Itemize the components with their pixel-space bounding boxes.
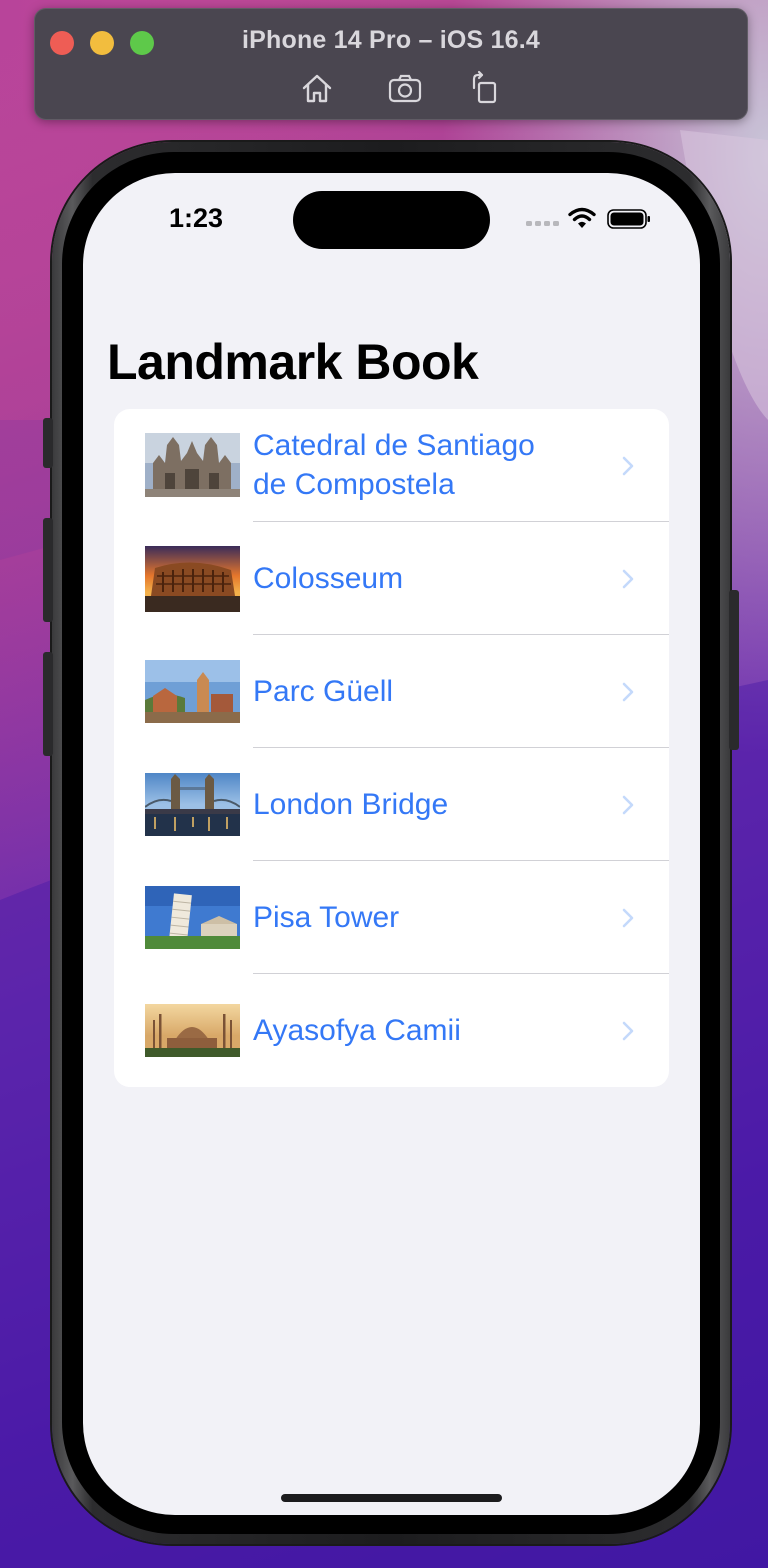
list-item-pisa-tower[interactable]: Pisa Tower	[114, 861, 669, 974]
mute-switch	[43, 418, 53, 468]
list-item-label: Pisa Tower	[253, 901, 400, 934]
dynamic-island	[293, 191, 490, 249]
parc-guell-photo	[145, 660, 240, 723]
volume-down-button	[43, 652, 53, 756]
cathedral-photo	[145, 433, 240, 497]
chevron-right-icon	[622, 569, 634, 589]
chevron-right-icon	[622, 456, 634, 476]
chevron-right-icon	[622, 908, 634, 928]
page-title: Landmark Book	[107, 334, 479, 390]
chevron-right-icon	[622, 795, 634, 815]
power-button	[729, 590, 739, 750]
volume-up-button	[43, 518, 53, 622]
battery-icon	[607, 209, 650, 229]
home-indicator[interactable]	[281, 1494, 502, 1502]
list-item-label: Catedral de Santiago de Compostela	[253, 429, 535, 501]
screenshot-icon[interactable]	[387, 70, 423, 106]
ayasofya-photo	[145, 1004, 240, 1057]
list-item-label: Colosseum	[253, 562, 404, 595]
status-time: 1:23	[169, 203, 224, 233]
wifi-icon	[568, 207, 596, 228]
list-item-colosseum[interactable]: Colosseum	[114, 522, 669, 635]
pisa-tower-photo	[145, 886, 240, 949]
phone-screen: 1:23 Landmark Book Catedral de Santiago …	[83, 173, 700, 1515]
home-icon[interactable]	[299, 70, 335, 106]
list-item-label: Ayasofya Camii	[253, 1014, 461, 1047]
list-item-parc-guell[interactable]: Parc Güell	[114, 635, 669, 748]
london-bridge-photo	[145, 773, 240, 836]
list-item-ayasofya[interactable]: Ayasofya Camii	[114, 974, 669, 1087]
simulator-titlebar: iPhone 14 Pro – iOS 16.4	[34, 8, 748, 120]
cellular-signal-icon	[526, 221, 559, 226]
landmark-list: Catedral de Santiago de Compostela Colos…	[114, 409, 669, 1087]
chevron-right-icon	[622, 1021, 634, 1041]
colosseum-photo	[145, 546, 240, 612]
list-item-london-bridge[interactable]: London Bridge	[114, 748, 669, 861]
rotate-icon[interactable]	[466, 70, 502, 106]
simulator-title: iPhone 14 Pro – iOS 16.4	[242, 26, 540, 54]
list-item-label: Parc Güell	[253, 675, 394, 708]
list-item-label: London Bridge	[253, 788, 449, 821]
chevron-right-icon	[622, 682, 634, 702]
list-item-cathedral[interactable]: Catedral de Santiago de Compostela	[114, 409, 669, 522]
